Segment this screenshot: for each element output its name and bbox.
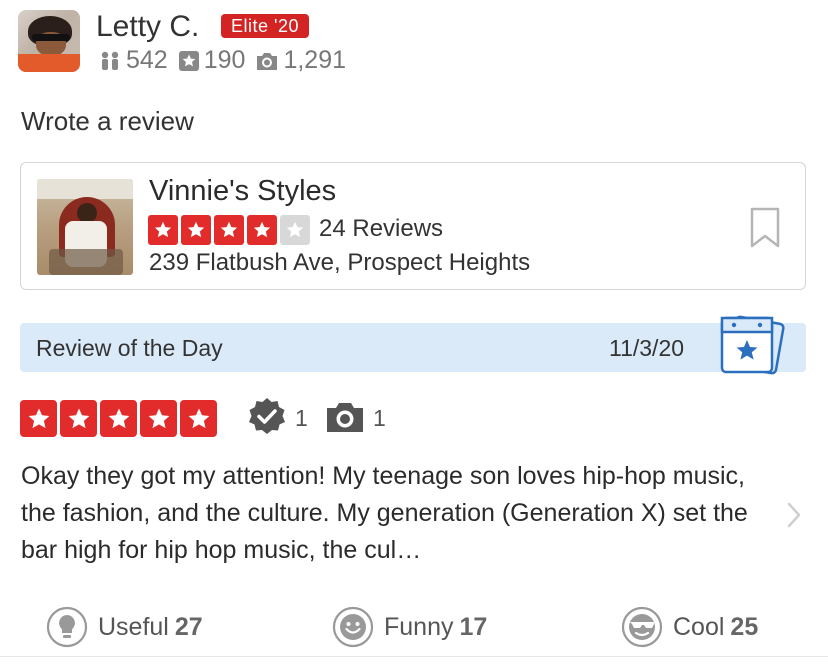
star-filled-icon xyxy=(148,215,178,245)
activity-label: Wrote a review xyxy=(21,106,194,136)
calendar-star-icon xyxy=(720,315,785,375)
review-of-the-day-date: 11/3/20 xyxy=(609,335,685,361)
cool-label: Cool xyxy=(673,612,725,641)
user-avatar[interactable] xyxy=(18,10,80,72)
star-filled-icon xyxy=(20,400,57,437)
useful-button[interactable]: Useful 27 xyxy=(46,606,203,648)
check-in-count: 1 xyxy=(295,405,308,431)
photos-stat: 1,291 xyxy=(255,46,346,75)
smile-icon xyxy=(332,606,374,648)
bottom-divider xyxy=(0,656,828,657)
business-rating xyxy=(148,215,310,245)
review-of-the-day-label: Review of the Day xyxy=(36,335,223,361)
star-empty-icon xyxy=(280,215,310,245)
elite-badge: Elite '20 xyxy=(221,14,309,38)
useful-count: 27 xyxy=(174,612,203,641)
star-filled-icon xyxy=(140,400,177,437)
cool-count: 25 xyxy=(730,612,759,641)
star-filled-icon xyxy=(60,400,97,437)
user-stats: 542 190 1,291 xyxy=(98,46,356,75)
business-name[interactable]: Vinnie's Styles xyxy=(149,175,336,208)
review-photo-icon xyxy=(327,403,363,432)
bookmark-icon[interactable] xyxy=(749,207,781,249)
business-review-count: 24 Reviews xyxy=(319,215,444,242)
lightbulb-icon xyxy=(46,606,88,648)
friends-icon xyxy=(101,51,119,70)
review-of-the-day-banner: Review of the Day 11/3/20 xyxy=(20,315,806,375)
useful-label: Useful xyxy=(98,612,169,641)
reviews-stat: 190 xyxy=(178,46,246,75)
check-in-badge-icon xyxy=(249,398,285,434)
user-name[interactable]: Letty C. xyxy=(96,10,199,44)
review-rating xyxy=(20,400,217,437)
camera-icon xyxy=(257,52,278,70)
business-photo[interactable] xyxy=(37,179,133,275)
chevron-right-icon[interactable] xyxy=(784,500,804,530)
star-filled-icon xyxy=(180,400,217,437)
friends-count: 542 xyxy=(126,46,168,74)
review-photo-count: 1 xyxy=(373,405,386,431)
funny-count: 17 xyxy=(459,612,488,641)
star-filled-icon xyxy=(100,400,137,437)
funny-button[interactable]: Funny 17 xyxy=(332,606,487,648)
reviews-count: 190 xyxy=(203,46,246,74)
cool-button[interactable]: Cool 25 xyxy=(621,606,758,648)
funny-label: Funny xyxy=(384,612,454,641)
star-filled-icon xyxy=(181,215,211,245)
business-card[interactable]: Vinnie's Styles 24 Reviews 239 Flatbush … xyxy=(20,162,806,290)
photos-count: 1,291 xyxy=(283,46,346,74)
star-filled-icon xyxy=(247,215,277,245)
friends-stat: 542 xyxy=(98,46,168,75)
business-address: 239 Flatbush Ave, Prospect Heights xyxy=(149,249,531,276)
review-star-icon xyxy=(178,50,199,71)
star-filled-icon xyxy=(214,215,244,245)
review-text[interactable]: Okay they got my attention! My teenage s… xyxy=(21,458,786,569)
sunglasses-icon xyxy=(621,606,663,648)
